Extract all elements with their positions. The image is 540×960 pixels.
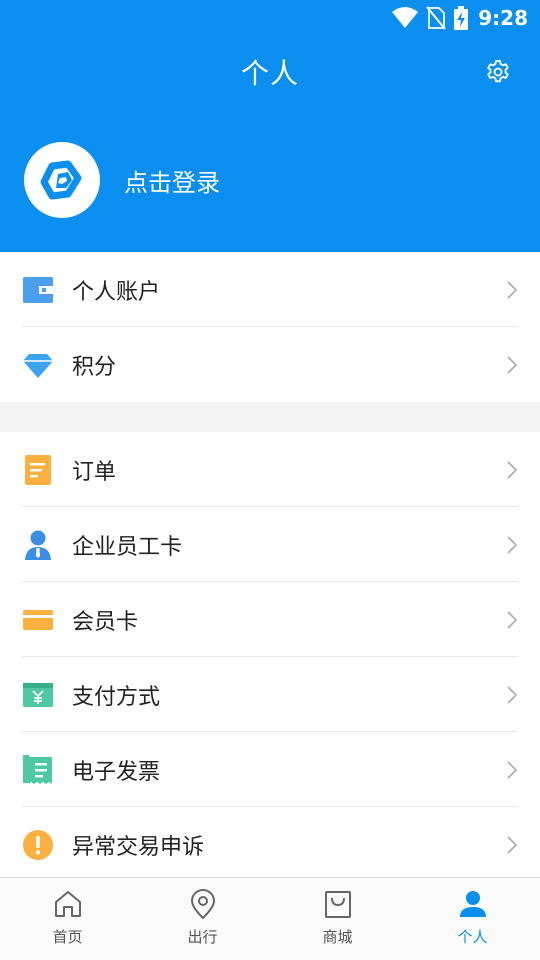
status-time: 9:28 <box>478 6 528 30</box>
menu-item-payment-methods[interactable]: 支付方式 <box>0 657 540 732</box>
chevron-right-icon <box>507 835 518 854</box>
tab-profile[interactable]: 个人 <box>405 878 540 960</box>
login-button[interactable]: 点击登录 <box>24 142 220 218</box>
login-text: 点击登录 <box>124 168 220 197</box>
chevron-right-icon <box>507 685 518 704</box>
wifi-icon <box>392 7 419 28</box>
diamond-icon <box>22 349 54 381</box>
order-icon <box>22 454 54 486</box>
menu-item-e-invoice[interactable]: 电子发票 <box>0 732 540 807</box>
chevron-right-icon <box>507 355 518 374</box>
menu-item-member-card[interactable]: 会员卡 <box>0 582 540 657</box>
menu-item-label: 积分 <box>72 354 117 380</box>
menu-item-label: 个人账户 <box>72 279 161 305</box>
battery-charging-icon <box>454 6 469 30</box>
shopping-bag-icon <box>324 891 351 918</box>
tab-label: 个人 <box>457 928 488 946</box>
payment-icon <box>22 679 54 711</box>
account-menu-group: 个人账户 积分 <box>0 252 540 402</box>
menu-item-label: 异常交易申诉 <box>72 834 205 860</box>
alert-icon <box>22 829 54 861</box>
menu-item-label: 会员卡 <box>72 609 139 635</box>
invoice-icon <box>22 754 54 786</box>
no-sim-icon <box>426 6 447 30</box>
chevron-right-icon <box>507 460 518 479</box>
service-menu-group: 订单 企业员工卡 会员卡 支付方式 电子发票 异常交易申诉 <box>0 432 540 882</box>
chevron-right-icon <box>507 535 518 554</box>
menu-item-orders[interactable]: 订单 <box>0 432 540 507</box>
menu-item-label: 企业员工卡 <box>72 534 183 560</box>
settings-icon[interactable] <box>484 58 512 86</box>
section-divider <box>0 402 540 432</box>
status-bar: 9:28 <box>0 0 540 36</box>
bottom-tab-bar: 首页 出行 商城 个人 <box>0 877 540 960</box>
member-card-icon <box>22 604 54 636</box>
employee-icon <box>22 529 54 561</box>
menu-item-account[interactable]: 个人账户 <box>0 252 540 327</box>
home-icon <box>54 891 81 917</box>
tab-label: 商城 <box>322 928 353 946</box>
tab-mall[interactable]: 商城 <box>270 878 405 960</box>
menu-item-label: 电子发票 <box>72 759 161 785</box>
page-title: 个人 <box>240 57 299 90</box>
wallet-icon <box>22 274 54 306</box>
chevron-right-icon <box>507 610 518 629</box>
person-icon <box>459 891 486 917</box>
menu-item-label: 支付方式 <box>72 684 161 710</box>
profile-header: 9:28 个人 点击登录 <box>0 0 540 252</box>
tab-home[interactable]: 首页 <box>0 878 135 960</box>
chevron-right-icon <box>507 760 518 779</box>
menu-item-transaction-appeal[interactable]: 异常交易申诉 <box>0 807 540 882</box>
avatar <box>24 142 100 218</box>
app-logo-icon <box>40 160 82 200</box>
chevron-right-icon <box>507 280 518 299</box>
tab-label: 出行 <box>187 928 218 946</box>
menu-item-label: 订单 <box>72 459 117 485</box>
tab-travel[interactable]: 出行 <box>135 878 270 960</box>
tab-label: 首页 <box>52 928 83 946</box>
menu-item-points[interactable]: 积分 <box>0 327 540 402</box>
location-icon <box>190 889 215 919</box>
menu-item-employee-card[interactable]: 企业员工卡 <box>0 507 540 582</box>
